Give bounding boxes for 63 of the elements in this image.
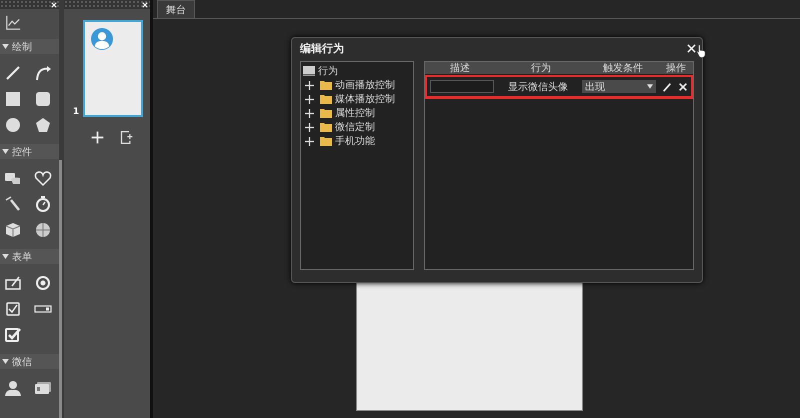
tree-item[interactable]: 属性控制 <box>334 106 375 120</box>
description-field[interactable] <box>430 80 494 93</box>
folder-icon <box>320 136 332 146</box>
caret-icon[interactable] <box>2 149 9 154</box>
column-header: 行为 <box>530 62 552 75</box>
column-header: 描述 <box>448 62 471 75</box>
delete-icon[interactable] <box>678 82 688 92</box>
page-number: 1 <box>72 107 80 117</box>
folder-icon <box>320 108 332 118</box>
card-icon[interactable] <box>34 379 52 397</box>
expand-icon[interactable] <box>304 94 317 104</box>
expand-icon[interactable] <box>304 108 317 118</box>
stage-tab[interactable]: 舞台 <box>156 0 195 18</box>
table-cell-text: 显示微信头像 <box>506 80 569 94</box>
line-chart-icon[interactable] <box>5 15 21 31</box>
person-icon[interactable] <box>4 379 22 397</box>
page-thumbnail[interactable] <box>83 20 144 117</box>
radio-icon[interactable] <box>34 274 52 292</box>
cube-icon[interactable] <box>4 221 22 239</box>
tree-item[interactable]: 媒体播放控制 <box>334 92 395 106</box>
folder-icon <box>320 122 332 132</box>
close-icon[interactable] <box>50 2 57 8</box>
section-header[interactable]: 绘制 <box>0 39 59 54</box>
edit-icon[interactable] <box>662 82 672 92</box>
folder-icon <box>320 94 332 104</box>
column-header: 操作 <box>664 62 687 75</box>
heart-icon[interactable] <box>34 169 52 187</box>
folder-icon <box>320 80 332 90</box>
tree-item[interactable]: 手机功能 <box>334 134 375 148</box>
section-header[interactable]: 控件 <box>0 144 59 159</box>
section-header[interactable]: 表单 <box>0 249 59 264</box>
table-row[interactable]: 显示微信头像 出现 <box>424 75 693 99</box>
stopwatch-icon[interactable] <box>34 195 52 213</box>
globe-icon[interactable] <box>34 221 52 239</box>
add-icon[interactable] <box>90 130 105 145</box>
trigger-dropdown[interactable]: 出现 <box>582 80 656 93</box>
tree-item[interactable]: 动画播放控制 <box>334 78 395 92</box>
expand-icon[interactable] <box>304 122 317 132</box>
computer-icon <box>302 66 315 76</box>
checkbox-icon[interactable] <box>4 300 22 318</box>
caret-icon[interactable] <box>2 359 9 364</box>
checked-box-icon[interactable] <box>4 326 22 344</box>
pentagon-icon[interactable] <box>34 116 52 134</box>
expand-icon[interactable] <box>304 80 317 90</box>
dropdown-arrow-icon[interactable] <box>646 84 653 89</box>
tree-item[interactable]: 行为 <box>318 64 338 78</box>
caret-icon[interactable] <box>2 254 9 259</box>
caret-icon[interactable] <box>2 44 9 49</box>
circle-icon[interactable] <box>4 116 22 134</box>
line-icon[interactable] <box>4 64 22 82</box>
section-header[interactable]: 微信 <box>0 354 59 369</box>
square-icon[interactable] <box>4 90 22 108</box>
avatar-icon <box>91 28 114 50</box>
add-page-icon[interactable] <box>118 130 134 145</box>
tree-item[interactable]: 微信定制 <box>334 120 375 134</box>
close-icon[interactable] <box>686 44 696 52</box>
expand-icon[interactable] <box>304 136 317 146</box>
close-icon[interactable] <box>142 2 148 8</box>
rounded-square-icon[interactable] <box>34 90 52 108</box>
arc-icon[interactable] <box>34 64 52 82</box>
column-header: 触发条件 <box>602 62 644 75</box>
dialog-title: 编辑行为 <box>300 40 345 56</box>
text-input-icon[interactable] <box>4 274 22 292</box>
